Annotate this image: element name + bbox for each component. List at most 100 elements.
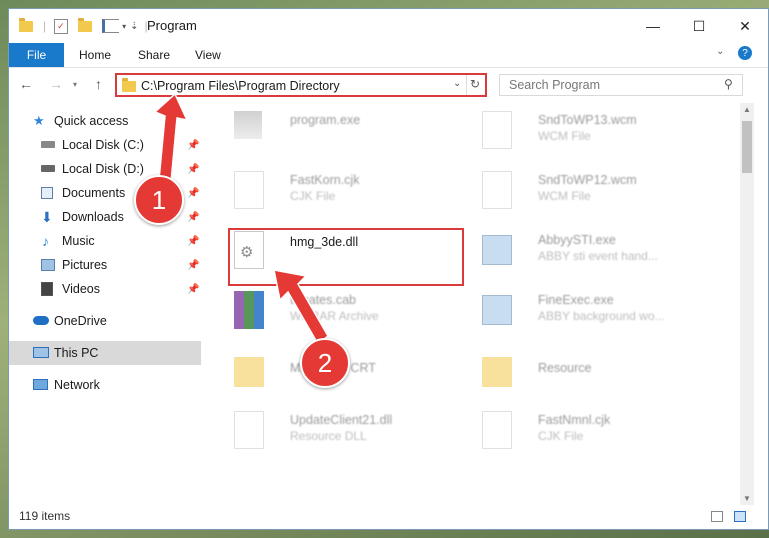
tab-view[interactable]: View xyxy=(195,48,221,62)
sidebar-item-label: Local Disk (C:) xyxy=(62,138,144,152)
recent-locations-icon[interactable]: ▾ xyxy=(73,80,77,89)
file-name: AbbyySTI.exe xyxy=(538,233,616,247)
details-view-icon[interactable] xyxy=(711,511,723,522)
file-item[interactable]: program.exe xyxy=(224,103,464,159)
new-folder-icon[interactable] xyxy=(78,17,93,32)
file-item[interactable]: UpdateClient21.dll Resource DLL xyxy=(224,403,464,459)
tab-share[interactable]: Share xyxy=(138,48,170,62)
item-count: 119 items xyxy=(19,509,71,523)
file-item[interactable]: AbbyySTI.exe ABBY sti event hand... xyxy=(472,223,712,279)
file-item[interactable]: FastKorn.cjk CJK File xyxy=(224,163,464,219)
file-item[interactable]: tificates.cab WinRAR Archive xyxy=(224,283,464,339)
document-icon xyxy=(482,171,512,209)
document-icon xyxy=(482,111,512,149)
file-item[interactable]: SndToWP12.wcm WCM File xyxy=(472,163,712,219)
highlight-box xyxy=(228,228,464,286)
quick-access-toolbar: | ✓ ▾ ⇣ | xyxy=(19,17,148,35)
star-icon: ★ xyxy=(33,113,45,128)
download-icon: ⬇ xyxy=(41,209,53,225)
customize-toolbar-icon[interactable]: ⇣ xyxy=(130,21,138,32)
file-name: SndToWP13.wcm xyxy=(538,113,637,127)
chevron-down-icon[interactable]: ⌄ xyxy=(453,78,461,89)
document-icon xyxy=(234,171,264,209)
close-button[interactable]: ✕ xyxy=(722,9,768,43)
file-item[interactable]: SndToWP13.wcm WCM File xyxy=(472,103,712,159)
file-item[interactable]: FastNmnl.cjk CJK File xyxy=(472,403,712,459)
minimize-button[interactable]: — xyxy=(630,9,676,43)
tab-file[interactable]: File xyxy=(9,43,64,67)
back-arrow-icon[interactable]: ← xyxy=(19,76,33,92)
scroll-up-icon[interactable]: ▲ xyxy=(743,105,751,114)
sidebar-item-label: Pictures xyxy=(62,258,108,272)
title-bar: | ✓ ▾ ⇣ | Program — ☐ ✕ xyxy=(9,9,768,43)
search-icon[interactable]: ⚲ xyxy=(724,77,733,91)
folder-icon xyxy=(19,17,33,32)
sidebar-item-label: Music xyxy=(62,234,95,248)
address-path: C:\Program Files\Program Directory xyxy=(141,79,340,93)
maximize-button[interactable]: ☐ xyxy=(676,9,722,43)
refresh-icon[interactable]: ↻ xyxy=(470,77,480,91)
file-name: FineExec.exe xyxy=(538,293,614,307)
file-type: ABBY background wo... xyxy=(538,309,665,323)
sidebar-item-music[interactable]: ♪ Music 📌 xyxy=(9,229,201,253)
application-icon xyxy=(482,295,512,325)
window-title: Program xyxy=(147,18,197,33)
sidebar-item-this-pc[interactable]: This PC xyxy=(9,341,201,365)
sidebar-item-pictures[interactable]: Pictures 📌 xyxy=(9,253,201,277)
file-item[interactable]: Resource xyxy=(472,343,712,399)
dll-settings-icon xyxy=(234,411,264,449)
tab-home[interactable]: Home xyxy=(79,48,111,62)
pin-icon[interactable]: 📌 xyxy=(187,260,199,271)
pictures-icon xyxy=(41,259,55,271)
file-name: Resource xyxy=(538,361,592,375)
computer-icon xyxy=(33,347,49,358)
view-options-icon[interactable] xyxy=(102,19,120,33)
up-arrow-icon[interactable]: ↑ xyxy=(95,76,102,92)
sidebar-item-label: This PC xyxy=(54,346,99,360)
sidebar-item-label: Local Disk (D:) xyxy=(62,162,144,176)
forward-arrow-icon[interactable]: → xyxy=(49,76,63,92)
sidebar-item-videos[interactable]: Videos 📌 xyxy=(9,277,201,301)
properties-icon[interactable]: ✓ xyxy=(54,18,69,34)
network-icon xyxy=(33,379,48,390)
pin-icon[interactable]: 📌 xyxy=(187,284,199,295)
large-icons-view-icon[interactable] xyxy=(734,511,746,522)
document-icon xyxy=(482,411,512,449)
chevron-down-icon[interactable]: ▾ xyxy=(122,22,126,31)
file-type: WCM File xyxy=(538,189,591,203)
sidebar-item-onedrive[interactable]: OneDrive xyxy=(9,309,201,333)
pin-icon[interactable]: 📌 xyxy=(187,212,199,223)
sidebar-item-label: Downloads xyxy=(62,210,124,224)
pin-icon[interactable]: 📌 xyxy=(187,236,199,247)
cloud-icon xyxy=(33,316,49,325)
file-type: CJK File xyxy=(290,189,336,203)
music-icon: ♪ xyxy=(42,233,49,249)
documents-icon xyxy=(41,187,53,199)
file-item[interactable]: FineExec.exe ABBY background wo... xyxy=(472,283,712,339)
sidebar-item-label: OneDrive xyxy=(54,314,107,328)
folder-icon xyxy=(482,357,512,387)
explorer-window: | ✓ ▾ ⇣ | Program — ☐ ✕ File Home Share … xyxy=(8,8,769,530)
sidebar-item-network[interactable]: Network xyxy=(9,373,201,397)
sidebar-item-label: Documents xyxy=(62,186,126,200)
application-icon xyxy=(482,235,512,265)
file-name: program.exe xyxy=(290,113,361,127)
search-input[interactable]: Search Program ⚲ xyxy=(499,74,743,96)
file-name: UpdateClient21.dll xyxy=(290,413,393,427)
archive-icon xyxy=(234,291,264,329)
toolbar-divider: | xyxy=(43,19,47,33)
folder-icon xyxy=(234,357,264,387)
help-button[interactable]: ? xyxy=(738,46,752,60)
scrollbar-thumb[interactable] xyxy=(742,121,752,173)
folder-icon xyxy=(122,78,136,92)
search-placeholder: Search Program xyxy=(509,78,601,92)
scroll-down-icon[interactable]: ▼ xyxy=(743,494,751,503)
expand-ribbon-icon[interactable]: ⌄ xyxy=(716,46,724,57)
file-type: ABBY sti event hand... xyxy=(538,249,658,263)
callout-badge-1: 1 xyxy=(134,175,184,225)
file-type: Resource DLL xyxy=(290,429,367,443)
vertical-scrollbar[interactable]: ▲ ▼ xyxy=(740,103,754,505)
ribbon: File Home Share View ⌄ ? xyxy=(9,43,768,68)
videos-icon xyxy=(41,282,53,296)
sidebar-item-label: Quick access xyxy=(54,114,129,128)
